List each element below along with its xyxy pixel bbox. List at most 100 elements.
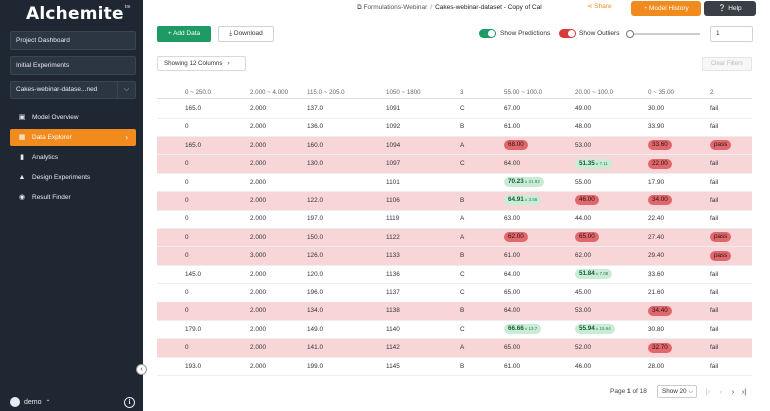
add-data-button[interactable]: + Add Data [157, 26, 211, 42]
column-header[interactable]: 115.0 ~ 205.0 [307, 86, 345, 99]
table-cell[interactable]: 165.0 [185, 100, 201, 118]
table-cell[interactable]: fail [710, 100, 718, 118]
table-cell[interactable]: B [460, 302, 464, 320]
table-cell[interactable]: 22.40 [648, 210, 664, 228]
table-cell[interactable]: 1136 [386, 266, 400, 284]
table-cell[interactable]: 46.00 [575, 358, 591, 376]
slider-handle[interactable] [626, 30, 634, 38]
table-row[interactable]: 0 2.000 196.0 1137 C 65.00 45.00 21.60 fail [157, 284, 752, 303]
table-row[interactable]: 0 2.000 1101 70.23± 21.92 55.00 17.90 fail [157, 174, 752, 193]
table-cell[interactable]: B [460, 192, 464, 210]
table-cell[interactable]: 130.0 [307, 155, 323, 173]
nav-analytics[interactable]: ▮ Analytics [10, 149, 136, 166]
table-cell[interactable]: 0 [185, 284, 189, 302]
nav-design-experiments[interactable]: ▲ Design Experiments [10, 169, 136, 186]
table-cell[interactable]: fail [710, 210, 718, 228]
table-cell[interactable]: 1140 [386, 321, 400, 339]
table-cell[interactable]: 30.80 [648, 321, 664, 339]
table-cell[interactable]: 3.000 [250, 247, 266, 265]
prev-page-button[interactable]: ‹ [717, 385, 725, 398]
show-predictions-toggle[interactable] [479, 29, 496, 38]
info-icon[interactable]: i [124, 397, 135, 408]
table-cell[interactable]: 29.40 [648, 247, 664, 265]
table-cell[interactable]: 67.00 [504, 100, 520, 118]
table-cell[interactable]: 55.94± 15.64 [575, 321, 615, 339]
table-cell[interactable]: 64.91± 3.58 [504, 192, 542, 210]
table-cell[interactable]: 34.40 [648, 302, 672, 320]
table-cell[interactable]: 199.0 [307, 358, 323, 376]
column-header[interactable]: 20.00 ~ 100.0 [575, 86, 613, 99]
table-cell[interactable]: 2.000 [250, 266, 266, 284]
table-cell[interactable]: fail [710, 155, 718, 173]
table-row[interactable]: 0 2.000 197.0 1119 A 63.00 44.00 22.40 fail [157, 210, 752, 229]
table-cell[interactable]: 62.00 [504, 229, 528, 247]
table-cell[interactable]: 64.00 [504, 266, 520, 284]
table-row[interactable]: 0 2.000 130.0 1097 C 64.00 51.35± 7.11 22.00 fai… [157, 155, 752, 174]
table-cell[interactable]: 53.00 [575, 302, 591, 320]
table-cell[interactable]: A [460, 339, 464, 357]
table-cell[interactable]: 0 [185, 247, 189, 265]
table-cell[interactable]: 53.00 [575, 137, 591, 155]
nav-result-finder[interactable]: ◉ Result Finder [10, 189, 136, 206]
table-cell[interactable]: 68.00 [504, 137, 528, 155]
outlier-threshold-slider[interactable] [626, 30, 700, 38]
table-cell[interactable]: 179.0 [185, 321, 201, 339]
table-cell[interactable]: B [460, 358, 464, 376]
table-row[interactable]: 0 2.000 136.0 1092 B 61.00 48.00 33.90 fail [157, 118, 752, 137]
nav-data-explorer[interactable]: ▦ Data Explorer › [10, 129, 136, 146]
table-cell[interactable]: 22.00 [648, 155, 672, 173]
table-cell[interactable]: 27.40 [648, 229, 664, 247]
table-cell[interactable]: 0 [185, 192, 189, 210]
table-cell[interactable]: 63.00 [504, 210, 520, 228]
table-row[interactable]: 0 2.000 134.0 1138 B 64.00 53.00 34.40 fail [157, 302, 752, 321]
table-cell[interactable]: 2.000 [250, 229, 266, 247]
table-cell[interactable]: 1101 [386, 174, 400, 192]
table-cell[interactable]: 196.0 [307, 284, 323, 302]
table-row[interactable]: 165.0 2.000 137.0 1091 C 67.00 49.00 30.00 fail [157, 100, 752, 119]
column-header[interactable]: 2 [710, 86, 713, 99]
table-cell[interactable]: 28.00 [648, 358, 664, 376]
download-button[interactable]: ⤓ Download [218, 26, 274, 42]
table-cell[interactable]: 2.000 [250, 192, 266, 210]
table-cell[interactable]: C [460, 155, 465, 173]
table-cell[interactable]: 0 [185, 339, 189, 357]
column-header[interactable]: 1050 ~ 1800 [386, 86, 421, 99]
column-header[interactable]: 0 ~ 250.0 [185, 86, 211, 99]
table-cell[interactable]: 1137 [386, 284, 400, 302]
show-outliers-toggle[interactable] [559, 29, 576, 38]
table-cell[interactable]: 145.0 [185, 266, 201, 284]
table-cell[interactable]: 61.00 [504, 358, 520, 376]
table-cell[interactable]: 2.000 [250, 174, 266, 192]
table-cell[interactable]: 1119 [386, 210, 399, 228]
column-header[interactable]: 0 ~ 35.00 [648, 86, 674, 99]
table-cell[interactable]: 33.60 [648, 137, 672, 155]
table-cell[interactable]: 2.000 [250, 137, 266, 155]
column-header[interactable]: 3 [460, 86, 463, 99]
table-cell[interactable]: 0 [185, 118, 189, 136]
table-cell[interactable]: 2.000 [250, 284, 266, 302]
table-cell[interactable]: A [460, 210, 464, 228]
table-cell[interactable]: 46.00 [575, 192, 599, 210]
table-cell[interactable]: 0 [185, 210, 189, 228]
table-cell[interactable]: 44.00 [575, 210, 591, 228]
table-cell[interactable]: 33.60 [648, 266, 664, 284]
table-cell[interactable]: 122.0 [307, 192, 323, 210]
table-cell[interactable]: 2.000 [250, 100, 266, 118]
table-cell[interactable]: 17.90 [648, 174, 664, 192]
table-cell[interactable]: 2.000 [250, 321, 266, 339]
table-cell[interactable]: 30.00 [648, 100, 664, 118]
help-button[interactable]: ❔ Help [704, 1, 756, 16]
table-row[interactable]: 0 2.000 122.0 1106 B 64.91± 3.58 46.00 34.00 fai… [157, 192, 752, 211]
table-cell[interactable]: pass [710, 137, 732, 155]
dataset-select[interactable]: Cakes-webinar-datase...ned ⌵ [10, 81, 136, 99]
table-cell[interactable]: 55.00 [575, 174, 591, 192]
table-cell[interactable]: 48.00 [575, 118, 591, 136]
table-row[interactable]: 179.0 2.000 149.0 1140 C 66.66± 13.7 55.94± 15… [157, 321, 752, 340]
table-cell[interactable]: 1138 [386, 302, 400, 320]
table-cell[interactable]: 160.0 [307, 137, 323, 155]
table-cell[interactable]: fail [710, 284, 718, 302]
table-cell[interactable]: C [460, 100, 465, 118]
table-cell[interactable]: 1097 [386, 155, 400, 173]
table-cell[interactable]: 32.70 [648, 339, 672, 357]
showing-columns-button[interactable]: Showing 12 Columns › [157, 56, 246, 71]
